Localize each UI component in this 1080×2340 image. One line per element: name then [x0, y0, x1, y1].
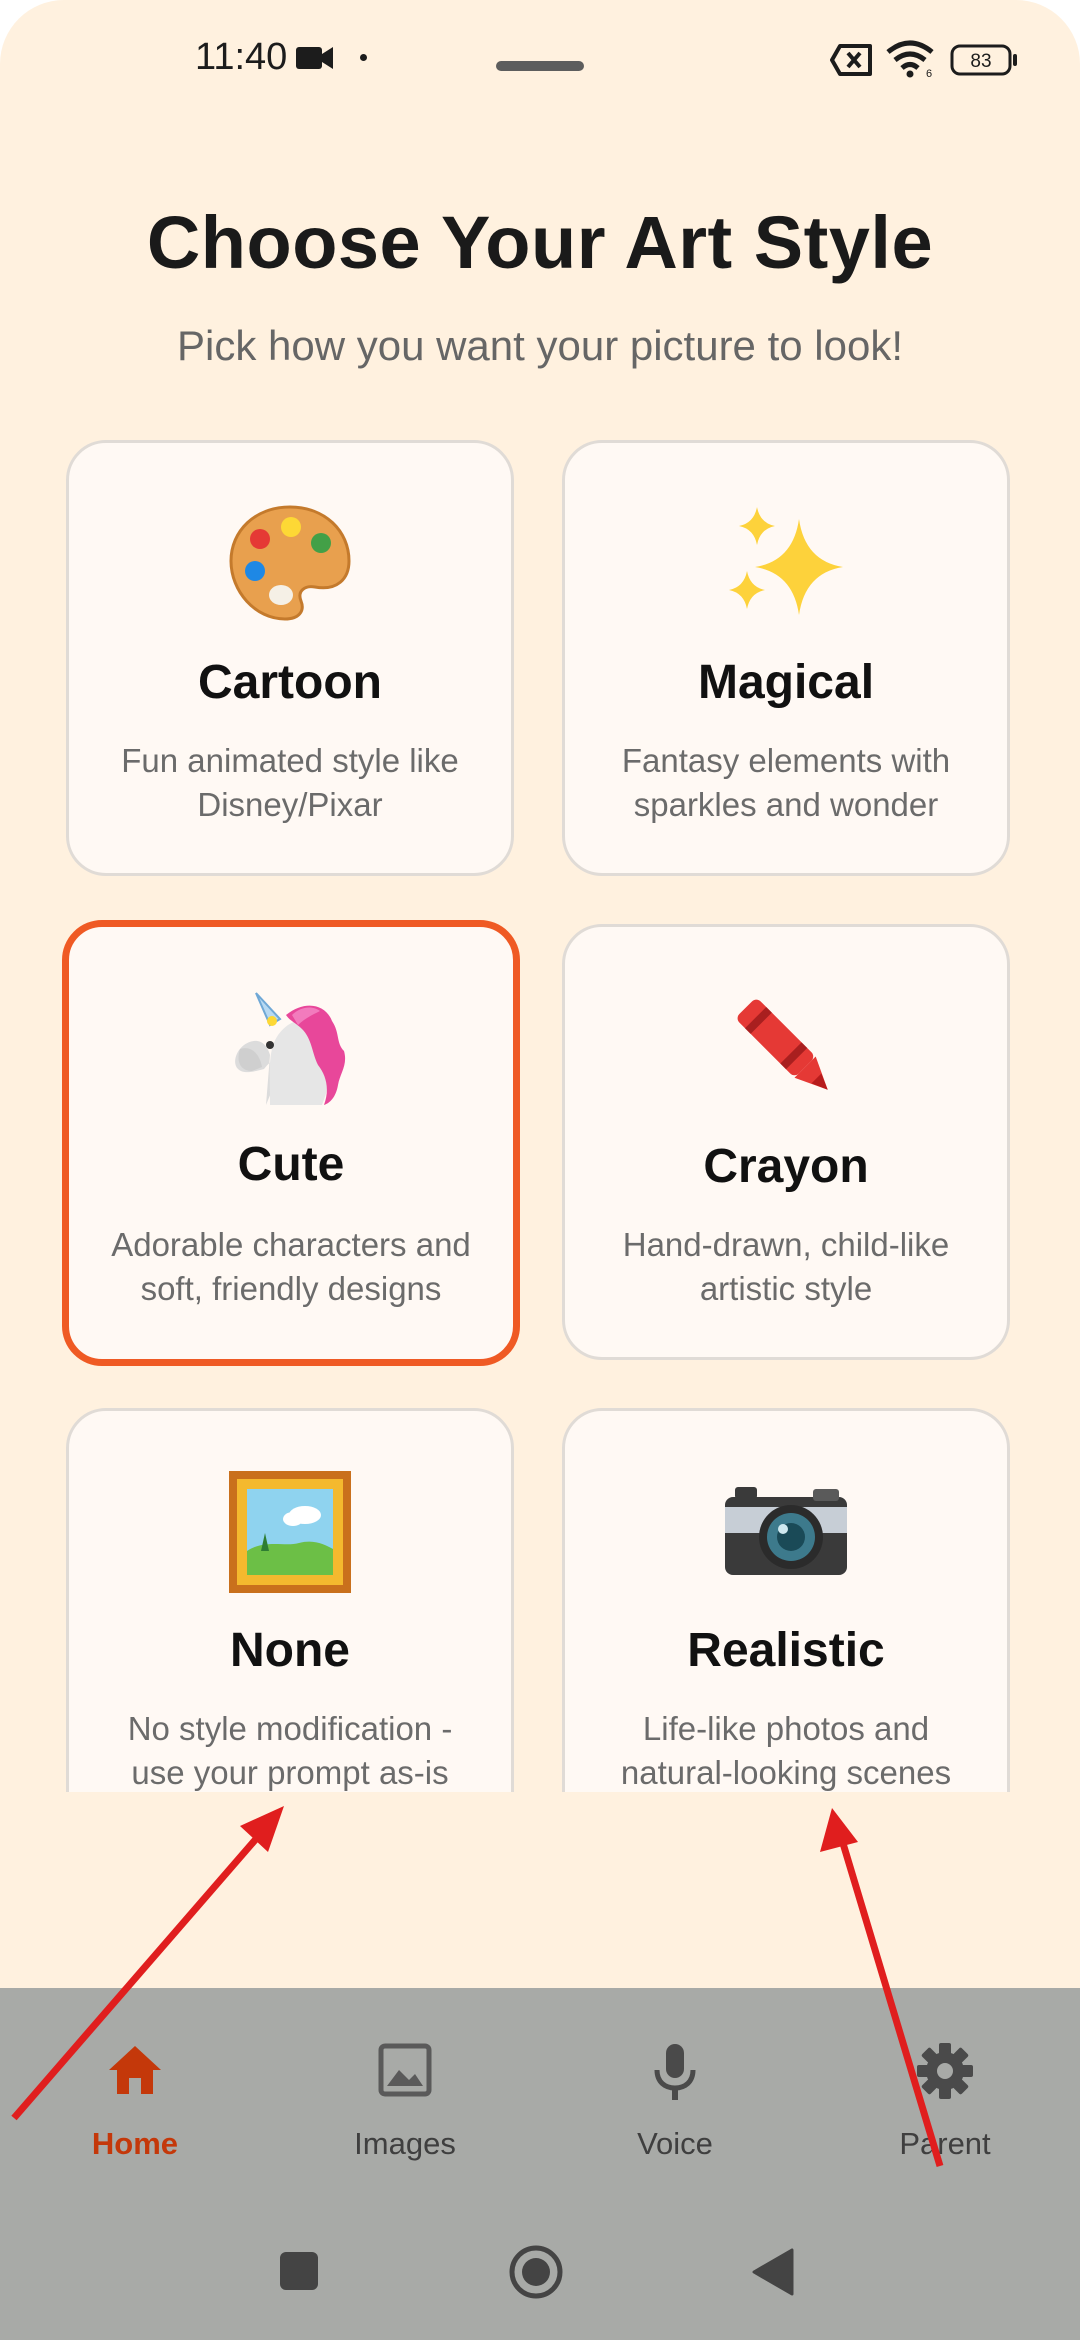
camera-icon: [565, 1467, 1007, 1597]
wifi-icon: 6: [886, 40, 936, 83]
style-card-realistic[interactable]: Realistic Life-like photos and natural-l…: [562, 1408, 1010, 1844]
sparkles-icon: [565, 499, 1007, 629]
style-card-magical[interactable]: Magical Fantasy elements with sparkles a…: [562, 440, 1010, 876]
style-card-cartoon[interactable]: Cartoon Fun animated style like Disney/P…: [66, 440, 514, 876]
app-screen: 11:40 6 83 Choose Your Art Style Pick ho…: [0, 0, 1080, 2340]
no-sim-icon: [830, 44, 874, 81]
microphone-icon: [540, 2042, 810, 2106]
style-name: None: [230, 1624, 350, 1677]
page-subtitle: Pick how you want your picture to look!: [176, 322, 904, 369]
bottom-navigation: Home Images Voice Parent: [0, 1988, 1080, 2210]
style-description: Hand-drawn, child-like artistic style: [622, 1226, 950, 1307]
nav-label: Images: [354, 2126, 456, 2161]
style-name: Cartoon: [198, 656, 382, 709]
nav-label: Voice: [637, 2126, 713, 2161]
back-button[interactable]: [752, 2248, 794, 2301]
style-card-crayon[interactable]: Crayon Hand-drawn, child-like artistic s…: [562, 924, 1010, 1360]
style-name: Realistic: [687, 1624, 885, 1677]
home-icon: [0, 2042, 270, 2106]
battery-icon: 83: [950, 44, 1020, 81]
scroll-cutoff: [0, 1792, 1080, 1992]
style-description: Adorable characters and soft, friendly d…: [111, 1226, 471, 1307]
nav-images[interactable]: Images: [270, 1988, 540, 2210]
nav-home[interactable]: Home: [0, 1988, 270, 2210]
unicorn-icon: [69, 985, 513, 1115]
nav-parent[interactable]: Parent: [810, 1988, 1080, 2210]
page-title: Choose Your Art Style: [146, 201, 934, 284]
camera-cutout: [496, 61, 584, 71]
palette-icon: [69, 499, 511, 629]
crayon-icon: [565, 983, 1007, 1113]
battery-level: 83: [970, 51, 991, 72]
gear-icon: [810, 2042, 1080, 2106]
status-bar: 11:40 6 83: [0, 0, 1080, 120]
image-icon: [270, 2042, 540, 2106]
style-name: Crayon: [703, 1140, 869, 1193]
style-description: Fantasy elements with sparkles and wonde…: [621, 742, 951, 823]
status-time: 11:40: [195, 36, 288, 78]
style-description: Life-like photos and natural-looking sce…: [620, 1710, 952, 1791]
nav-label: Parent: [899, 2126, 991, 2161]
style-name: Cute: [237, 1138, 345, 1191]
nav-label: Home: [91, 2126, 179, 2161]
svg-text:6: 6: [926, 68, 932, 78]
framed-picture-icon: [69, 1467, 511, 1597]
recents-button[interactable]: [278, 2250, 320, 2297]
style-name: Magical: [697, 656, 875, 709]
style-card-cute[interactable]: Cute Adorable characters and soft, frien…: [62, 920, 520, 1366]
home-system-button[interactable]: [508, 2244, 564, 2305]
style-card-none[interactable]: None No style modification - use your pr…: [66, 1408, 514, 1844]
style-description: No style modification - use your prompt …: [127, 1710, 453, 1791]
system-navigation-bar: [0, 2210, 1080, 2340]
nav-voice[interactable]: Voice: [540, 1988, 810, 2210]
style-description: Fun animated style like Disney/Pixar: [121, 742, 459, 823]
video-camera-icon: [296, 44, 334, 77]
notification-dot: [360, 54, 367, 61]
